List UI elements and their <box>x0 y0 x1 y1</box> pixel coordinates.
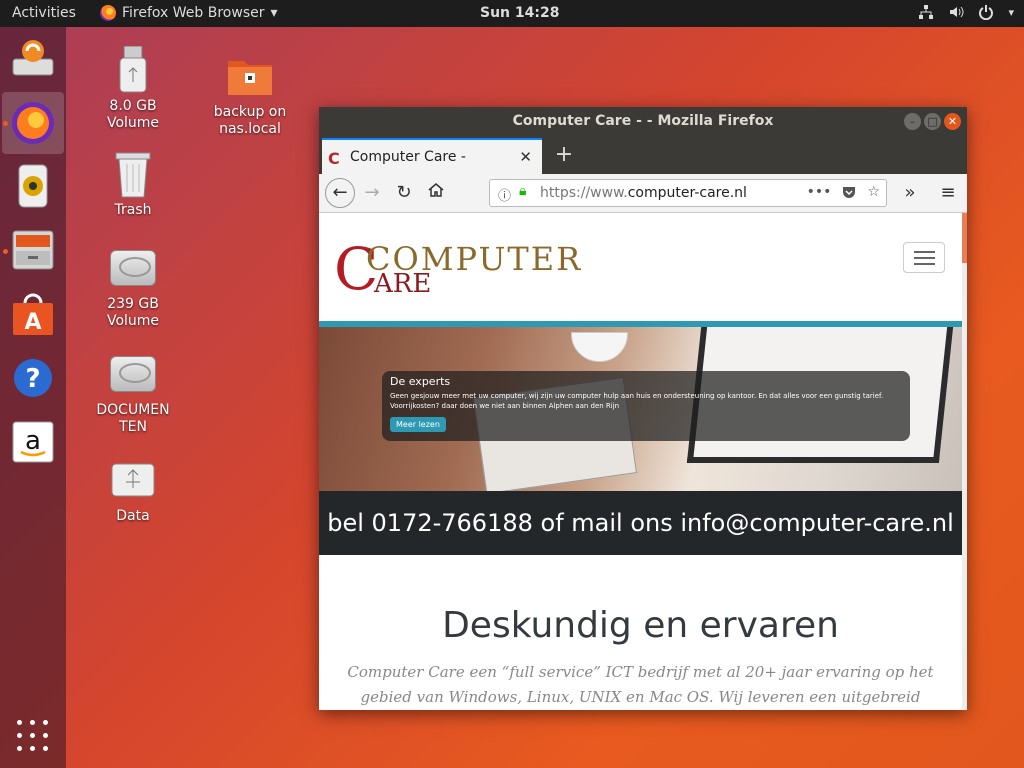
pocket-icon[interactable] <box>841 184 857 200</box>
desktop-icon-label: 239 GB Volume <box>106 296 160 329</box>
page-scrollbar[interactable] <box>962 213 967 710</box>
dock-software-updater[interactable] <box>8 33 58 83</box>
help-icon: ? <box>14 359 52 397</box>
desktop-icon-label: Trash <box>114 202 152 218</box>
volume-icon[interactable] <box>948 4 964 20</box>
dock: A ? a <box>0 27 66 768</box>
top-bar: Activities Firefox Web Browser ▾ Sun 14:… <box>0 0 1024 27</box>
hard-drive-icon <box>109 244 157 292</box>
hard-drive-icon <box>109 350 157 398</box>
page-actions-icon[interactable]: ••• <box>807 184 832 200</box>
back-button[interactable]: ← <box>325 178 355 208</box>
desktop-icon-label: 8.0 GB Volume <box>106 98 160 131</box>
svg-text:A: A <box>24 310 41 335</box>
desktop-icon-backup-nas[interactable]: backup on nas.local <box>205 52 295 138</box>
desktop-icon-documenten[interactable]: DOCUMEN TEN <box>88 350 178 436</box>
home-icon <box>428 183 444 197</box>
hamburger-menu-button[interactable]: ≡ <box>935 180 961 206</box>
web-page-content: C COMPUTER ARE De experts Geen gesjouw m… <box>319 213 962 710</box>
lock-icon: 🔒︎ <box>519 183 527 199</box>
tab-bar: C Computer Care - ✕ + <box>319 136 967 174</box>
app-menu[interactable]: Firefox Web Browser ▾ <box>100 5 278 21</box>
firefox-icon <box>100 5 116 21</box>
maximize-button[interactable]: □ <box>924 113 941 130</box>
close-tab-icon[interactable]: ✕ <box>519 148 532 166</box>
activities-button[interactable]: Activities <box>12 5 76 21</box>
bookmark-star-icon[interactable]: ☆ <box>867 184 880 200</box>
svg-text:?: ? <box>25 364 40 394</box>
ubuntu-software-icon: A <box>13 293 53 335</box>
usb-drive-icon <box>109 46 157 94</box>
site-info-icon[interactable]: ⓘ <box>498 185 511 204</box>
forward-button[interactable]: → <box>359 180 385 206</box>
scrollbar-thumb[interactable] <box>962 213 967 263</box>
read-more-button[interactable]: Meer lezen <box>390 417 446 432</box>
running-indicator <box>3 249 8 254</box>
section-heading: Deskundig en ervaren <box>442 605 839 646</box>
new-tab-button[interactable]: + <box>551 140 577 170</box>
site-favicon-icon: C <box>328 149 340 168</box>
caption-heading: De experts <box>390 375 451 388</box>
usb-drive-icon <box>109 456 157 504</box>
firefox-window: Computer Care - - Mozilla Firefox – □ ✕ … <box>319 107 967 710</box>
app-menu-label: Firefox Web Browser <box>122 5 265 21</box>
network-folder-icon <box>226 52 274 100</box>
reload-button[interactable]: ↻ <box>391 180 417 206</box>
desktop-icon-usb-volume[interactable]: 8.0 GB Volume <box>88 46 178 132</box>
trash-icon <box>109 150 157 198</box>
dock-ubuntu-software[interactable]: A <box>8 289 58 339</box>
amazon-icon: a <box>12 421 54 463</box>
home-button[interactable] <box>423 180 449 206</box>
window-title: Computer Care - - Mozilla Firefox <box>512 113 774 129</box>
clock[interactable]: Sun 14:28 <box>480 5 559 21</box>
dock-files[interactable] <box>8 225 58 275</box>
chevron-down-icon: ▾ <box>270 5 278 21</box>
firefox-icon <box>12 102 54 144</box>
running-indicator <box>3 121 8 126</box>
desktop-icon-label: Data <box>116 508 150 524</box>
system-tray[interactable]: ▾ <box>918 4 1014 20</box>
section-lead: Computer Care een “full service” ICT bed… <box>347 663 934 706</box>
power-icon[interactable] <box>978 4 994 20</box>
hero-caption: De experts Geen gesjouw meer met uw comp… <box>382 371 910 441</box>
dock-help[interactable]: ? <box>8 353 58 403</box>
desktop-icon-label: backup on nas.local <box>213 104 287 137</box>
desktop-icon-trash[interactable]: Trash <box>88 150 178 219</box>
contact-banner: bel 0172-766188 of mail ons info@compute… <box>319 491 962 555</box>
dock-firefox[interactable] <box>2 92 64 154</box>
logo-bottom-text: ARE <box>374 269 432 299</box>
caption-text: Geen gesjouw meer met uw computer, wij z… <box>390 392 884 410</box>
url-bar[interactable]: ⓘ 🔒︎ https://www.computer-care.nl ••• ☆ <box>489 179 887 207</box>
svg-text:a: a <box>25 426 41 456</box>
desktop-icon-239gb-volume[interactable]: 239 GB Volume <box>88 244 178 330</box>
minimize-button[interactable]: – <box>904 113 921 130</box>
chevron-down-icon[interactable]: ▾ <box>1008 6 1014 19</box>
url-text: https://www.computer-care.nl <box>540 185 747 201</box>
tab-computer-care[interactable]: C Computer Care - ✕ <box>322 138 542 174</box>
hero-image: De experts Geen gesjouw meer met uw comp… <box>319 327 962 491</box>
files-icon <box>12 230 54 270</box>
overflow-menu-button[interactable]: » <box>897 180 923 206</box>
desktop-icon-label: DOCUMEN TEN <box>96 402 170 435</box>
software-updater-icon <box>12 40 54 76</box>
show-applications-icon[interactable] <box>17 720 49 752</box>
tab-label: Computer Care - <box>350 149 466 165</box>
desktop-icon-data[interactable]: Data <box>88 456 178 525</box>
site-menu-toggle[interactable] <box>903 242 945 273</box>
rhythmbox-icon <box>18 164 48 208</box>
dock-amazon[interactable]: a <box>8 417 58 467</box>
navigation-toolbar: ← → ↻ ⓘ 🔒︎ https://www.computer-care.nl … <box>319 174 967 213</box>
close-window-button[interactable]: ✕ <box>944 113 961 130</box>
dock-rhythmbox[interactable] <box>8 161 58 211</box>
network-icon[interactable] <box>918 4 934 20</box>
coffee-cup-shape <box>571 332 628 362</box>
window-titlebar[interactable]: Computer Care - - Mozilla Firefox <box>319 107 967 136</box>
